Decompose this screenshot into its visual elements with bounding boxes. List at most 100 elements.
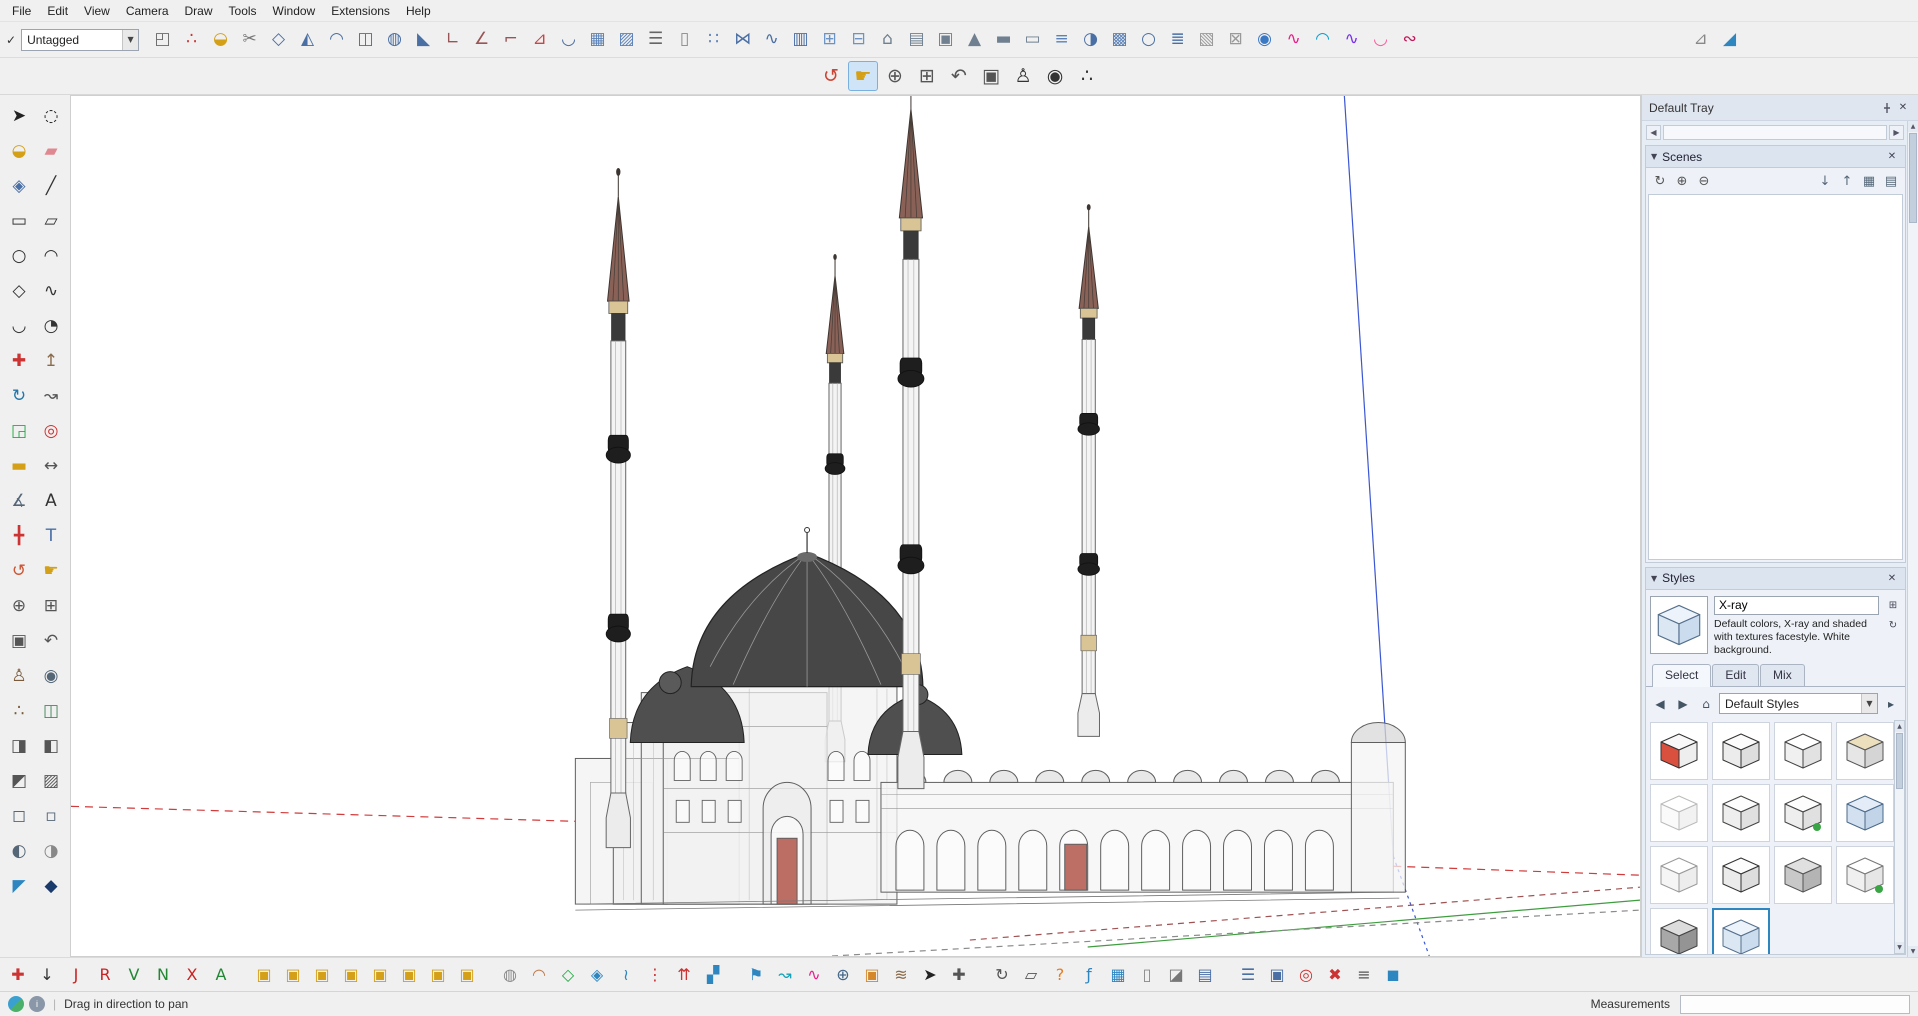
help-icon[interactable]: ? [1047, 962, 1073, 988]
stairs-tool-icon[interactable]: ☰ [642, 26, 669, 53]
close-panel-icon[interactable]: ✕ [1884, 570, 1900, 586]
select-tool-icon[interactable]: ➤ [5, 102, 33, 130]
measurements-input[interactable] [1680, 994, 1910, 1014]
taper-tool-icon[interactable]: ◣ [410, 26, 437, 53]
stack-icon[interactable]: ≡ [1351, 962, 1377, 988]
jhs-v-icon[interactable]: V [121, 962, 147, 988]
dimension-tool-icon[interactable]: ↔ [37, 452, 65, 480]
style-thumbnail-3[interactable] [1774, 722, 1832, 780]
jhs-n-icon[interactable]: N [150, 962, 176, 988]
lasso-select-tool-icon[interactable]: ◌ [37, 102, 65, 130]
styles-scrollbar[interactable]: ▲ ▼ [1894, 720, 1905, 954]
soap-bubble-icon[interactable]: ◍ [497, 962, 523, 988]
arc-tool-icon[interactable]: ◡ [555, 26, 582, 53]
drape-tool-icon[interactable]: ◒ [207, 26, 234, 53]
protractor-tool-icon[interactable]: ∡ [5, 487, 33, 515]
menu-extensions[interactable]: Extensions [323, 1, 398, 21]
update-style-button[interactable]: ↻ [1885, 618, 1901, 634]
3d-text-tool-icon[interactable]: T [37, 522, 65, 550]
sweep-tool-icon[interactable]: ◠ [323, 26, 350, 53]
fredoscale-bend-icon[interactable]: ▣ [338, 962, 364, 988]
zoom-tool-icon[interactable]: ⊕ [880, 61, 910, 91]
extension-toggle-icon[interactable]: ◤ [5, 872, 33, 900]
north-arrow-icon[interactable]: ✚ [5, 962, 31, 988]
zoom-extents-tool-icon[interactable]: ▣ [5, 627, 33, 655]
fredoscale-shear-icon[interactable]: ▣ [367, 962, 393, 988]
louver-tool-icon[interactable]: ≡ [1048, 26, 1075, 53]
make-component-tool-icon[interactable]: ◈ [5, 172, 33, 200]
scrollbar-thumb[interactable] [1896, 733, 1903, 789]
style-thumbnail-2[interactable] [1712, 722, 1770, 780]
view-options-button[interactable]: ▦ [1859, 171, 1879, 191]
style-thumbnail-11[interactable] [1774, 846, 1832, 904]
style-thumbnail-8[interactable] [1836, 784, 1894, 842]
door-tool-icon[interactable]: ⊟ [845, 26, 872, 53]
jhs-powerbar-icon[interactable]: ƒ [1076, 962, 1102, 988]
fence-tool-icon[interactable]: ▥ [787, 26, 814, 53]
section-plane-tool-icon[interactable]: ◫ [37, 697, 65, 725]
dome-icon[interactable]: ◠ [526, 962, 552, 988]
fredoscale-twist-icon[interactable]: ▣ [309, 962, 335, 988]
look-around-tool-icon[interactable]: ◉ [37, 662, 65, 690]
jhs-j-icon[interactable]: J [63, 962, 89, 988]
blue-cube-icon[interactable]: ◼ [1380, 962, 1406, 988]
menu-draw[interactable]: Draw [177, 1, 221, 21]
move-tool-icon[interactable]: ✚ [5, 347, 33, 375]
scroll-left-icon[interactable]: ◀ [1646, 124, 1661, 140]
position-camera-tool-icon[interactable]: ♙ [5, 662, 33, 690]
arrows-up-icon[interactable]: ⇈ [671, 962, 697, 988]
close-panel-icon[interactable]: ✕ [1884, 149, 1900, 165]
rail-tool-icon[interactable]: ≣ [1164, 26, 1191, 53]
move-scene-up-button[interactable]: ↑ [1837, 171, 1857, 191]
model-viewport[interactable] [70, 95, 1641, 957]
shadow-box-icon[interactable]: ◪ [1163, 962, 1189, 988]
window-tool-icon[interactable]: ⊞ [816, 26, 843, 53]
zoom-previous-tool-icon[interactable]: ↶ [944, 61, 974, 91]
freehand-curve-tool-icon[interactable]: ◡ [1367, 26, 1394, 53]
fredoscale-radial-icon[interactable]: ▣ [454, 962, 480, 988]
tag-filter-dropdown[interactable]: Untagged ▼ [21, 28, 140, 51]
outline-tool-icon[interactable]: ◭ [294, 26, 321, 53]
angle-corner-tool-icon[interactable]: ∟ [439, 26, 466, 53]
tag-visible-check-icon[interactable]: ✓ [6, 33, 16, 47]
tab-mix[interactable]: Mix [1760, 664, 1805, 686]
beam-tool-icon[interactable]: ▬ [990, 26, 1017, 53]
wall-tool-icon[interactable]: ▤ [903, 26, 930, 53]
arc-tool-icon[interactable]: ◠ [37, 242, 65, 270]
scroll-right-icon[interactable]: ▶ [1889, 124, 1904, 140]
look-around-tool-icon[interactable]: ◉ [1040, 61, 1070, 91]
zoom-extents-tool-icon[interactable]: ▣ [976, 61, 1006, 91]
wireframe-toggle-icon[interactable]: ▫ [37, 802, 65, 830]
sphere-tool-icon[interactable]: ◍ [381, 26, 408, 53]
create-new-style-button[interactable]: ⊞ [1885, 598, 1901, 614]
follow-me-tool-icon[interactable]: ↝ [37, 382, 65, 410]
jhs-r-icon[interactable]: R [92, 962, 118, 988]
home-icon[interactable]: ⌂ [1696, 694, 1716, 714]
fredoscale-box-icon[interactable]: ▣ [251, 962, 277, 988]
style-thumbnail-5[interactable] [1650, 784, 1708, 842]
back-edges-toggle-icon[interactable]: ▨ [37, 767, 65, 795]
styles-panel-header[interactable]: ▼ Styles ✕ [1646, 567, 1905, 590]
xray-mode-toggle-icon[interactable]: ◻ [5, 802, 33, 830]
details-menu-icon[interactable]: ▸ [1881, 694, 1901, 714]
photo-texture-icon[interactable]: ▣ [859, 962, 885, 988]
vertex-tools-icon[interactable]: ◇ [555, 962, 581, 988]
back-icon[interactable]: ◀ [1650, 694, 1670, 714]
fredoscale-rotate-icon[interactable]: ▣ [425, 962, 451, 988]
panel-tool-icon[interactable]: ▭ [1019, 26, 1046, 53]
rotate-tool-icon[interactable]: ↻ [5, 382, 33, 410]
tab-select[interactable]: Select [1652, 664, 1712, 687]
polygon-tool-icon[interactable]: ◇ [5, 277, 33, 305]
move-scene-down-button[interactable]: ↓ [1815, 171, 1835, 191]
mirror-tool-icon[interactable]: ⋈ [729, 26, 756, 53]
style-thumbnail-12[interactable] [1836, 846, 1894, 904]
zoom-previous-tool-icon[interactable]: ↶ [37, 627, 65, 655]
axes-reset-icon[interactable]: ✖ [1322, 962, 1348, 988]
geolocation-icon[interactable] [8, 996, 24, 1012]
update-scene-button[interactable]: ↻ [1650, 171, 1670, 191]
cleanup-icon[interactable]: ◈ [584, 962, 610, 988]
guide-tool-icon[interactable]: ⌐ [497, 26, 524, 53]
menu-camera[interactable]: Camera [118, 1, 177, 21]
tab-edit[interactable]: Edit [1712, 664, 1760, 686]
menu-view[interactable]: View [76, 1, 118, 21]
